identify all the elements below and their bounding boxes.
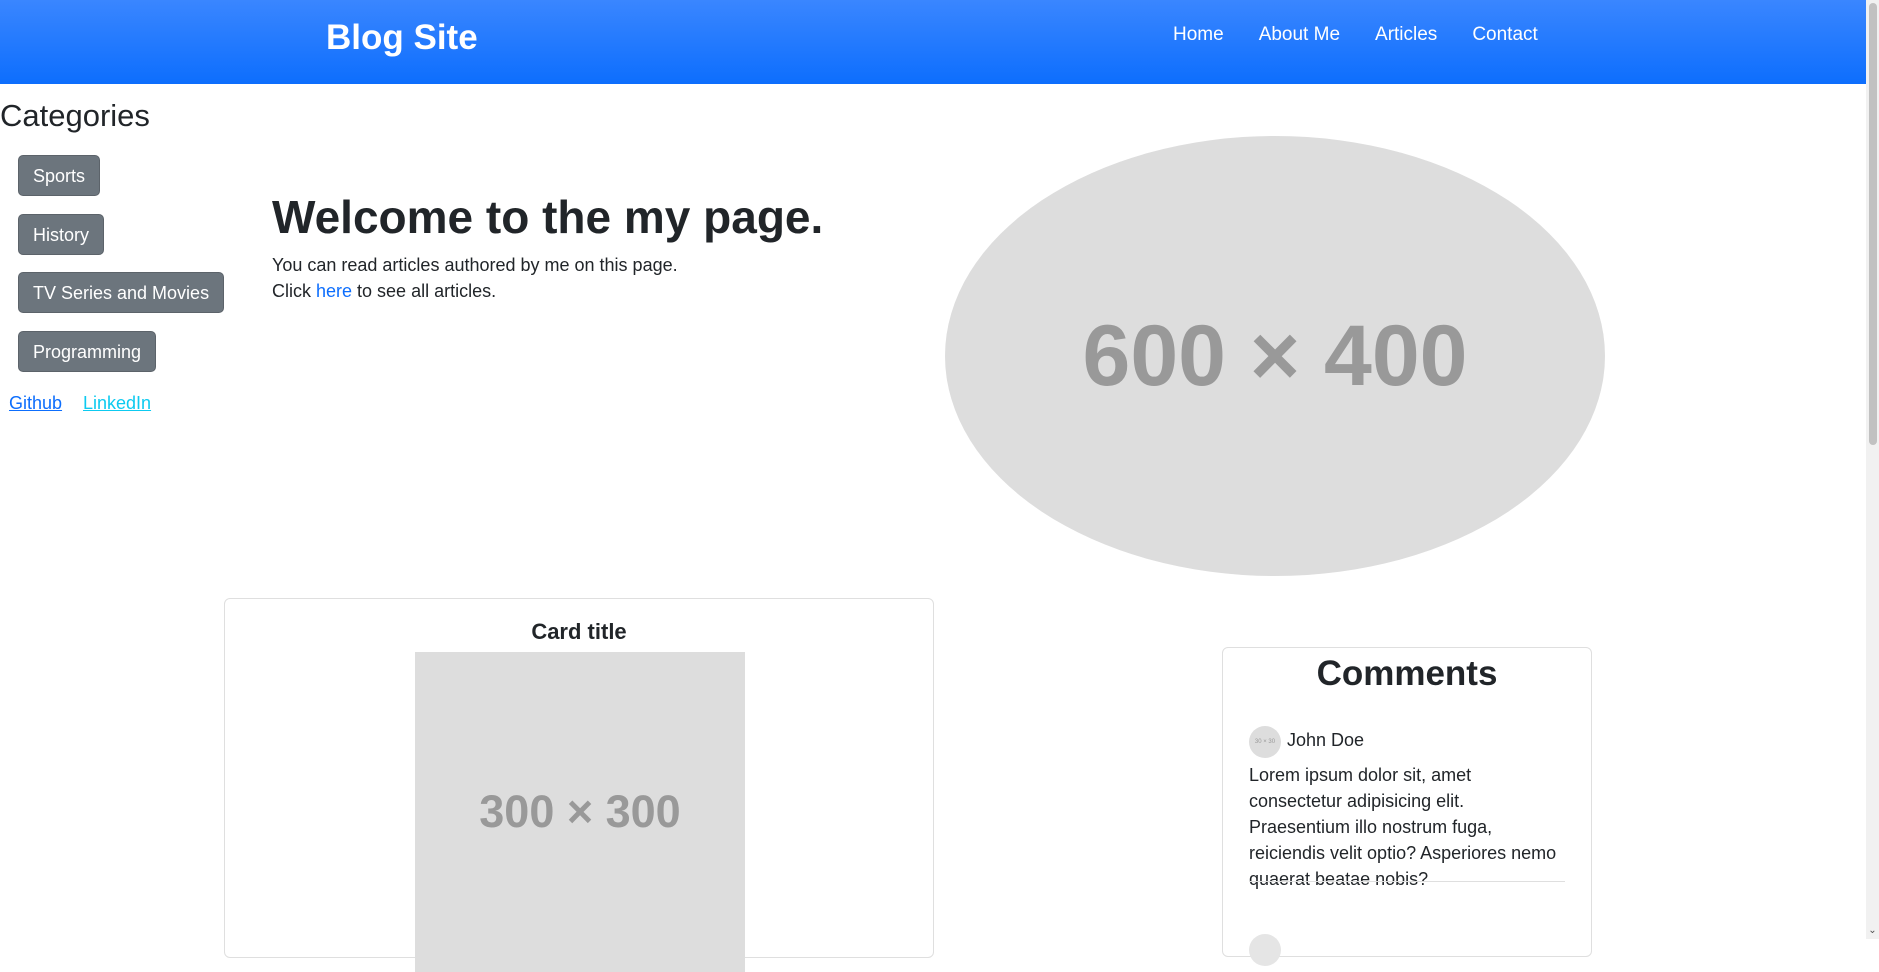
comments-heading: Comments bbox=[1316, 654, 1498, 693]
scrollbar-thumb[interactable] bbox=[1869, 3, 1877, 445]
nav-link-contact[interactable]: Contact bbox=[1472, 24, 1537, 46]
nav-link-home[interactable]: Home bbox=[1173, 24, 1224, 46]
avatar: 30 × 30 bbox=[1249, 726, 1281, 758]
card-image-placeholder: 300 × 300 bbox=[415, 652, 745, 972]
navbar: Blog Site Home About Me Articles Contact bbox=[0, 0, 1866, 84]
category-button-history[interactable]: History bbox=[18, 214, 105, 255]
nav-links: Home About Me Articles Contact bbox=[1173, 24, 1573, 46]
card-title: Card title bbox=[531, 619, 627, 644]
article-card: Card title 300 × 300 bbox=[224, 598, 934, 972]
intro-click-text: Click bbox=[272, 281, 316, 301]
comments-panel: Comments 30 × 30 John Doe Lorem ipsum do… bbox=[1222, 647, 1592, 966]
welcome-heading: Welcome to the my page. bbox=[272, 191, 824, 243]
categories-heading: Categories bbox=[0, 98, 150, 133]
intro-text: You can read articles authored by me on … bbox=[272, 252, 678, 304]
linkedin-link[interactable]: LinkedIn bbox=[83, 393, 151, 414]
intro-line: You can read articles authored by me on … bbox=[272, 255, 678, 275]
comment-divider bbox=[1249, 881, 1565, 882]
intro-after-text: to see all articles. bbox=[352, 281, 497, 301]
all-articles-link[interactable]: here bbox=[316, 281, 352, 301]
github-link[interactable]: Github bbox=[9, 393, 62, 414]
category-button-programming[interactable]: Programming bbox=[18, 331, 157, 372]
scroll-down-arrow-icon[interactable]: ⌄ bbox=[1868, 926, 1877, 936]
category-button-tv-series-movies[interactable]: TV Series and Movies bbox=[18, 272, 225, 313]
hero-image-placeholder: 600 × 400 bbox=[945, 136, 1605, 576]
comment-text: Lorem ipsum dolor sit, amet consectetur … bbox=[1249, 765, 1557, 889]
category-button-sports[interactable]: Sports bbox=[18, 155, 101, 196]
comment-author: John Doe bbox=[1287, 730, 1365, 750]
intro-link-line: Click here to see all articles. bbox=[272, 278, 678, 304]
page-scrollbar[interactable]: ⌄ bbox=[1866, 0, 1879, 939]
nav-link-articles[interactable]: Articles bbox=[1375, 24, 1437, 46]
nav-link-about[interactable]: About Me bbox=[1259, 24, 1340, 46]
brand-logo-link[interactable]: Blog Site bbox=[326, 18, 478, 58]
